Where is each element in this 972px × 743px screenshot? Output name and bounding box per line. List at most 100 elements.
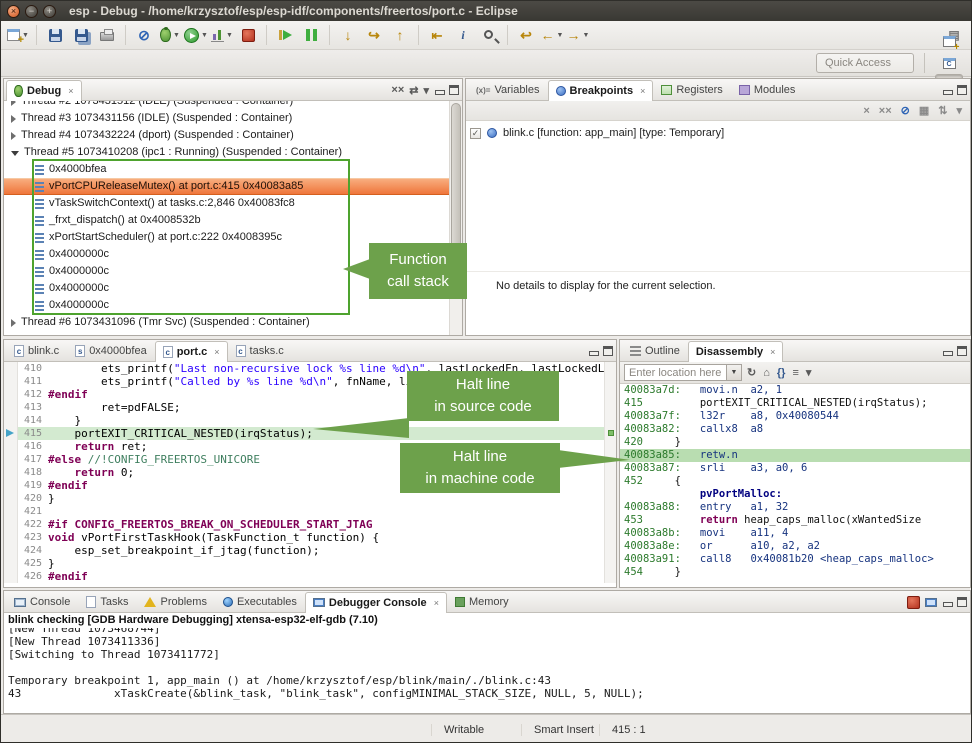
- thread-row[interactable]: Thread #6 1073431096 (Tmr Svc) (Suspende…: [4, 314, 462, 331]
- thread-row[interactable]: Thread #5 1073410208 (ipc1 : Running) (S…: [4, 144, 462, 161]
- view-tab-problems[interactable]: Problems: [136, 591, 214, 612]
- view-tab-breakpoints[interactable]: Breakpoints×: [548, 80, 654, 101]
- tree-expanded-icon[interactable]: [11, 151, 19, 156]
- view-tab-console[interactable]: Console: [6, 591, 78, 612]
- suspend-button[interactable]: [299, 23, 323, 47]
- tree-collapsed-icon[interactable]: [11, 319, 16, 327]
- stack-frame-row[interactable]: vPortCPUReleaseMutex() at port.c:415 0x4…: [4, 178, 462, 195]
- save-all-button[interactable]: [69, 23, 93, 47]
- maximize-view-icon[interactable]: [957, 597, 967, 607]
- close-button[interactable]: ×: [7, 5, 20, 18]
- chevron-down-icon[interactable]: ▼: [726, 365, 741, 380]
- view-menu-icon[interactable]: ▾: [956, 104, 962, 117]
- close-icon[interactable]: ×: [434, 598, 439, 608]
- step-into-button[interactable]: ↓: [336, 23, 360, 47]
- tree-collapsed-icon[interactable]: [11, 115, 16, 123]
- thread-row[interactable]: Thread #4 1073432224 (dport) (Suspended …: [4, 127, 462, 144]
- minimize-view-icon[interactable]: [942, 85, 952, 95]
- skip-breakpoints-button[interactable]: ⊘: [132, 23, 156, 47]
- view-tab-memory[interactable]: Memory: [447, 591, 517, 612]
- remove-breakpoint-icon[interactable]: ×: [863, 105, 869, 117]
- maximize-view-icon[interactable]: [603, 346, 613, 356]
- search-button[interactable]: [477, 23, 501, 47]
- console-display-icon[interactable]: [925, 598, 937, 607]
- view-tab-variables[interactable]: (x)=Variables: [468, 79, 548, 100]
- view-tab-executables[interactable]: Executables: [215, 591, 305, 612]
- save-button[interactable]: [43, 23, 67, 47]
- terminate-icon[interactable]: [907, 596, 920, 609]
- link-with-debug-icon[interactable]: ⇅: [938, 104, 947, 117]
- breakpoint-row[interactable]: ✓blink.c [function: app_main] [type: Tem…: [470, 125, 966, 141]
- stack-frame-row[interactable]: 0x4000000c: [4, 297, 462, 314]
- stack-frame-row[interactable]: 0x4000bfea: [4, 161, 462, 178]
- forward-button[interactable]: →▼: [566, 23, 590, 47]
- last-edit-button[interactable]: ↩: [514, 23, 538, 47]
- dropdown-arrow-icon[interactable]: ▼: [201, 32, 208, 39]
- dropdown-arrow-icon[interactable]: ▼: [173, 32, 180, 39]
- stop-button[interactable]: [236, 23, 260, 47]
- minimize-view-icon[interactable]: [942, 597, 952, 607]
- open-perspective-button[interactable]: [935, 30, 963, 52]
- close-icon[interactable]: ×: [68, 86, 73, 96]
- thread-row[interactable]: Thread #2 1073431512 (IDLE) (Suspended :…: [4, 101, 462, 110]
- close-icon[interactable]: ×: [214, 347, 219, 357]
- breakpoint-checkbox[interactable]: ✓: [470, 128, 481, 139]
- dropdown-arrow-icon[interactable]: ▼: [226, 32, 233, 39]
- cpp-perspective-button[interactable]: C: [935, 52, 963, 74]
- debug-tree-scrollbar[interactable]: [449, 101, 462, 335]
- close-icon[interactable]: ×: [770, 347, 775, 357]
- close-icon[interactable]: ×: [640, 86, 645, 96]
- profile-button[interactable]: ▼: [210, 23, 234, 47]
- minimize-view-icon[interactable]: [942, 346, 952, 356]
- home-icon[interactable]: ⌂: [763, 367, 770, 379]
- show-source-toggle-icon[interactable]: {}: [777, 367, 786, 379]
- view-tab-disassembly[interactable]: Disassembly×: [688, 341, 784, 362]
- view-tab-debugger-console[interactable]: Debugger Console×: [305, 592, 447, 613]
- back-button[interactable]: ←▼: [540, 23, 564, 47]
- maximize-view-icon[interactable]: [957, 85, 967, 95]
- maximize-view-icon[interactable]: [957, 346, 967, 356]
- view-tab-modules[interactable]: Modules: [731, 79, 804, 100]
- view-tab-registers[interactable]: Registers: [653, 79, 730, 100]
- maximize-window-button[interactable]: +: [43, 5, 56, 18]
- drop-to-frame-button[interactable]: ⇤: [425, 23, 449, 47]
- editor-tab-blink-c[interactable]: cblink.c: [6, 340, 67, 361]
- dropdown-arrow-icon[interactable]: ▼: [583, 32, 590, 39]
- editor-tab-port-c[interactable]: cport.c×: [155, 341, 228, 362]
- track-expression-icon[interactable]: ≡: [792, 367, 798, 379]
- tree-collapsed-icon[interactable]: [11, 132, 16, 140]
- tree-collapsed-icon[interactable]: [11, 101, 16, 106]
- dropdown-arrow-icon[interactable]: ▼: [557, 32, 564, 39]
- view-tab-outline[interactable]: Outline: [622, 340, 688, 361]
- remove-all-terminated-icon[interactable]: ××: [391, 84, 404, 96]
- location-input[interactable]: Enter location here: [625, 367, 726, 379]
- editor-tab-0x4000bfea[interactable]: s0x4000bfea: [67, 340, 155, 361]
- disassembly-listing[interactable]: 40083a7d: movi.n a2, 1415 portEXIT_CRITI…: [620, 384, 970, 587]
- group-by-icon[interactable]: ▦: [919, 104, 929, 117]
- remove-all-breakpoints-icon[interactable]: ××: [879, 105, 892, 117]
- view-menu-icon[interactable]: ▾: [806, 366, 812, 379]
- view-tab-tasks[interactable]: Tasks: [78, 591, 136, 612]
- thread-row[interactable]: Thread #3 1073431156 (IDLE) (Suspended :…: [4, 110, 462, 127]
- location-combo[interactable]: Enter location here ▼: [624, 364, 742, 381]
- minimize-window-button[interactable]: −: [25, 5, 38, 18]
- new-wizard-button[interactable]: ▼: [6, 23, 30, 47]
- console-output[interactable]: [New Thread 1073468744][New Thread 10734…: [4, 628, 970, 713]
- print-button[interactable]: [95, 23, 119, 47]
- minimize-view-icon[interactable]: [434, 85, 444, 95]
- debug-button[interactable]: ▼: [158, 23, 182, 47]
- step-return-button[interactable]: ↑: [388, 23, 412, 47]
- connect-icon[interactable]: ⇄: [409, 84, 418, 97]
- minimize-view-icon[interactable]: [588, 346, 598, 356]
- step-over-button[interactable]: ↪: [362, 23, 386, 47]
- editor-tab-tasks-c[interactable]: ctasks.c: [228, 340, 292, 361]
- quick-access-field[interactable]: Quick Access: [816, 53, 914, 73]
- resume-button[interactable]: [273, 23, 297, 47]
- maximize-view-icon[interactable]: [449, 85, 459, 95]
- skip-all-breakpoints-icon[interactable]: ⊘: [901, 104, 910, 117]
- instruction-stepping-button[interactable]: i: [451, 23, 475, 47]
- run-button[interactable]: ▼: [184, 23, 208, 47]
- stack-frame-row[interactable]: _frxt_dispatch() at 0x4008532b: [4, 212, 462, 229]
- view-menu-icon[interactable]: ▾: [423, 84, 429, 97]
- refresh-icon[interactable]: ↻: [747, 366, 756, 379]
